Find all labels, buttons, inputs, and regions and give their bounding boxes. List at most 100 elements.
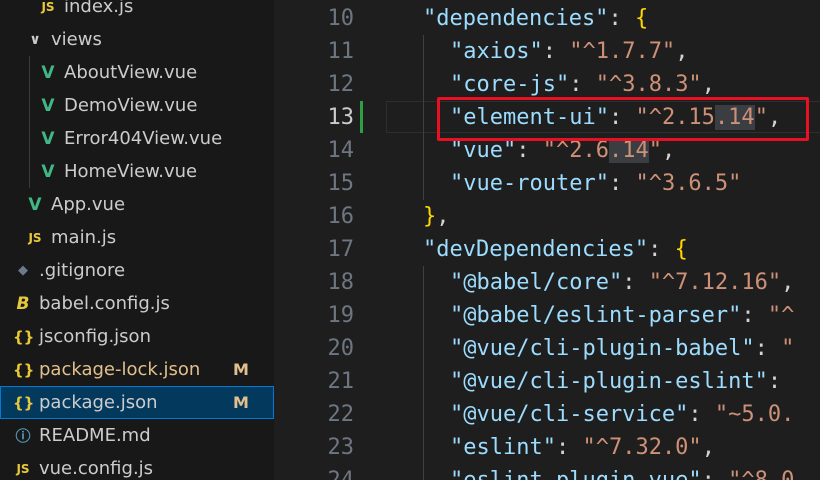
punctuation: : (688, 402, 715, 427)
vue-icon: V (41, 161, 55, 182)
file-package-lock-json[interactable]: {} package-lock.json M (0, 353, 274, 386)
json-key: "axios" (450, 39, 543, 64)
line-number: 21 (327, 369, 355, 394)
punctuation: : (622, 270, 649, 295)
line-number: 11 (327, 39, 355, 64)
punctuation: : (702, 468, 729, 480)
json-string: "^2.6 (542, 138, 609, 163)
chevron-down-icon: ∨ (29, 31, 41, 48)
json-key: "devDependencies" (423, 237, 649, 262)
file-label: package-lock.json (39, 359, 201, 380)
json-key: "@babel/core" (450, 270, 623, 295)
code-line-19[interactable]: 19 "@babel/eslint-parser": "^ (274, 299, 820, 332)
file-label: jsconfig.json (39, 326, 151, 347)
punctuation: } (423, 204, 437, 229)
json-key: "@vue/cli-plugin-eslint" (450, 369, 768, 394)
punctuation: : (608, 171, 636, 196)
file-label: main.js (51, 227, 117, 248)
line-number: 12 (327, 72, 355, 97)
punctuation: : (648, 237, 675, 262)
file-label: babel.config.js (39, 293, 170, 314)
punctuation: : (754, 336, 782, 361)
info-icon: ⓘ (15, 427, 31, 445)
code-line-20[interactable]: 20 "@vue/cli-plugin-babel": " (274, 332, 820, 365)
code-line-15[interactable]: 15 "vue-router": "^3.6.5" (274, 167, 820, 200)
git-modified-badge: M (233, 393, 249, 412)
code-line-18[interactable]: 18 "@babel/core": "^7.12.16", (274, 266, 820, 299)
code-line-22[interactable]: 22 "@vue/cli-service": "~5.0. (274, 398, 820, 431)
line-number: 14 (327, 138, 355, 163)
file-label: HomeView.vue (64, 161, 198, 182)
json-key: "eslint-plugin-vue" (450, 468, 702, 480)
code-line-23[interactable]: 23 "eslint": "^7.32.0", (274, 431, 820, 464)
file-label: views (51, 29, 102, 50)
code-text: "@vue/cli-service": "~5.0. (450, 398, 794, 431)
punctuation: , (436, 204, 450, 229)
punctuation: , (675, 39, 689, 64)
line-number: 24 (274, 464, 355, 480)
line-number: 19 (327, 303, 355, 328)
file-error404view-vue[interactable]: V Error404View.vue (0, 122, 274, 155)
code-text: "vue-router": "^3.6.5" (450, 167, 741, 200)
code-line-17[interactable]: 17 "devDependencies": { (274, 233, 820, 266)
line-number: 17 (327, 237, 355, 262)
file-aboutview-vue[interactable]: V AboutView.vue (0, 56, 274, 89)
punctuation: : (741, 303, 768, 328)
json-icon: {} (13, 360, 35, 379)
file-label: Error404View.vue (64, 128, 223, 149)
json-string: "^ (767, 303, 795, 328)
file-label: package.json (39, 392, 158, 413)
punctuation: { (674, 237, 688, 262)
file-babel-config-js[interactable]: Bbabel.config.js (0, 287, 274, 320)
line-number: 23 (327, 435, 355, 460)
json-key: "@vue/cli-service" (450, 402, 689, 427)
file-label: index.js (64, 0, 134, 17)
punctuation: : (608, 6, 635, 31)
file-label: AboutView.vue (64, 62, 198, 83)
line-number: 20 (327, 336, 355, 361)
code-line-24[interactable]: 24 "eslint-plugin-vue": "^8.0 (274, 464, 820, 480)
json-string: "^7.32.0" (582, 435, 702, 460)
file--gitignore[interactable]: ◆ .gitignore (0, 254, 274, 287)
punctuation: : (516, 138, 543, 163)
code-line-16[interactable]: 16}, (274, 200, 820, 233)
json-key: "vue" (450, 138, 517, 163)
file-vue-config-js[interactable]: JS vue.config.js (0, 452, 274, 480)
folder-views[interactable]: ∨ views (0, 23, 274, 56)
punctuation: , (781, 270, 795, 295)
file-main-js[interactable]: JS main.js (0, 221, 274, 254)
json-string: "^7.12.16" (648, 270, 782, 295)
file-readme-md[interactable]: ⓘ README.md (0, 419, 274, 452)
vue-icon: V (28, 194, 42, 215)
git-modified-badge: M (233, 360, 249, 379)
punctuation: : (767, 369, 795, 394)
code-line-21[interactable]: 21 "@vue/cli-plugin-eslint": (274, 365, 820, 398)
file-package-json[interactable]: {} package.json M (0, 386, 274, 419)
code-text: "dependencies": { (423, 2, 648, 35)
file-label: App.vue (51, 194, 126, 215)
line-number: 15 (327, 171, 355, 196)
code-editor[interactable]: 10 "dependencies": {11 "axios": "^1.7.7", 1… (274, 0, 820, 480)
code-line-11[interactable]: 11 "axios": "^1.7.7", (274, 35, 820, 68)
vue-icon: V (41, 62, 55, 83)
code-line-10[interactable]: 10 "dependencies": { (274, 2, 820, 35)
code-text: "@vue/cli-plugin-eslint": (450, 365, 794, 398)
line-number: 10 (327, 6, 355, 31)
json-icon: {} (13, 393, 35, 412)
punctuation: , (701, 435, 715, 460)
file-homeview-vue[interactable]: V HomeView.vue (0, 155, 274, 188)
punctuation: : (542, 39, 570, 64)
explorer-sidebar: JS index.js ∨ views V AboutView.vue V DemoView.… (0, 0, 274, 480)
file-app-vue[interactable]: V App.vue (0, 188, 274, 221)
json-string: "~5.0. (714, 402, 795, 427)
file-label: DemoView.vue (64, 95, 198, 116)
vue-icon: V (41, 128, 55, 149)
file-index-js[interactable]: JS index.js (0, 0, 274, 23)
file-demoview-vue[interactable]: V DemoView.vue (0, 89, 274, 122)
json-key: "core-js" (450, 72, 570, 97)
json-string: " (781, 336, 795, 361)
code-text: "eslint-plugin-vue": "^8.0 (450, 464, 794, 480)
file-jsconfig-json[interactable]: {} jsconfig.json (0, 320, 274, 353)
code-text: "axios": "^1.7.7", (450, 35, 688, 68)
file-label: .gitignore (39, 260, 126, 281)
